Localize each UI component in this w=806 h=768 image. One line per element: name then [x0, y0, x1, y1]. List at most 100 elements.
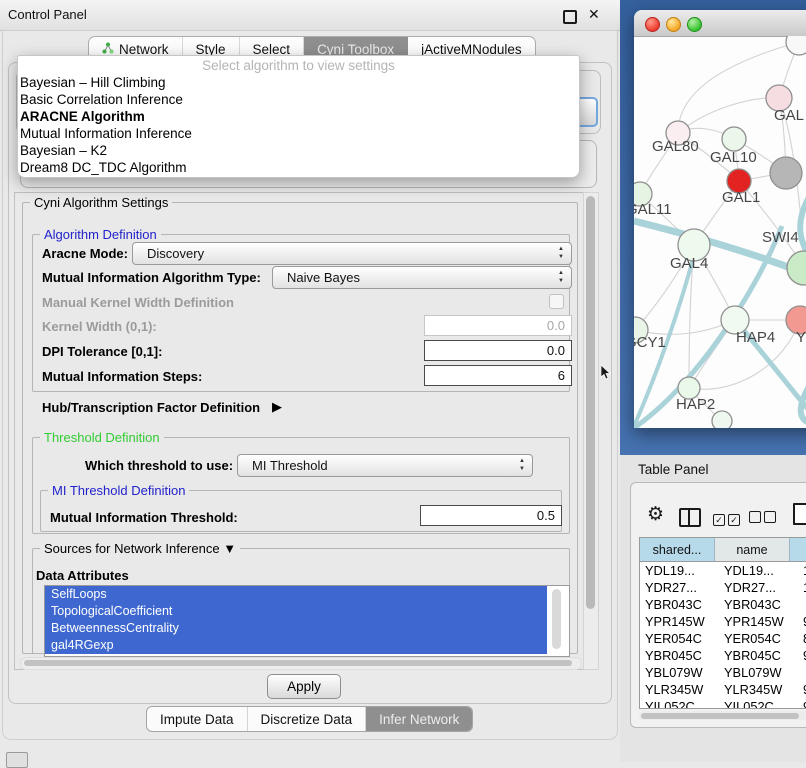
table-cell: YIL052C — [640, 698, 719, 709]
algorithm-definition-title: Algorithm Definition — [40, 227, 161, 242]
node-table[interactable]: shared...name YDL19...YDL19...13YDR27...… — [639, 537, 806, 709]
expand-arrow-icon[interactable]: ▶ — [272, 399, 282, 415]
zoom-traffic-light-icon[interactable] — [687, 17, 702, 32]
control-panel-title: Control Panel — [8, 7, 87, 22]
table-cell: YLR345W — [640, 681, 719, 698]
deselect-columns-icon[interactable] — [749, 510, 779, 528]
table-panel-title: Table Panel — [638, 462, 709, 477]
table-cell: YBR043C — [719, 596, 798, 613]
vertical-scrollbar[interactable] — [583, 192, 599, 670]
threshold-definition-title: Threshold Definition — [40, 430, 164, 445]
table-panel-box: ⚙ ✓✓ shared...name YDL19...YDL19...13YDR… — [630, 482, 806, 728]
attribute-item-selected[interactable]: gal4RGexp — [45, 637, 547, 654]
network-node[interactable] — [712, 411, 732, 428]
bottom-tabbar: Impute DataDiscretize DataInfer Network — [146, 706, 473, 732]
algorithm-dropdown-prompt: Select algorithm to view settings — [18, 56, 579, 75]
horizontal-scrollbar[interactable] — [20, 657, 582, 670]
algorithm-option[interactable]: Mutual Information Inference — [18, 126, 579, 143]
minimize-traffic-light-icon[interactable] — [666, 17, 681, 32]
table-scrollbar-thumb[interactable] — [641, 713, 799, 719]
bottom-tab-impute-data[interactable]: Impute Data — [147, 707, 248, 731]
hub-definition-label[interactable]: Hub/Transcription Factor Definition — [42, 400, 260, 415]
close-icon[interactable]: ✕ — [588, 6, 600, 23]
mi-type-label: Mutual Information Algorithm Type: — [42, 270, 261, 285]
algorithm-dropdown: Select algorithm to view settings Bayesi… — [17, 55, 580, 178]
table-cell: YBR043C — [640, 596, 719, 613]
table-row[interactable]: YBR043CYBR043C — [640, 596, 806, 613]
table-horizontal-scrollbar[interactable] — [639, 711, 806, 720]
network-node-label: SWI4 — [762, 229, 799, 246]
table-row[interactable]: YLR345WYLR345W9. — [640, 681, 806, 698]
mi-steps-field[interactable]: 6 — [424, 365, 572, 386]
select-columns-icon[interactable]: ✓✓ — [713, 510, 743, 528]
table-cell: YPR145W — [640, 613, 719, 630]
network-node-label: GCY1 — [634, 334, 666, 351]
algorithm-option[interactable]: Basic Correlation Inference — [18, 92, 579, 109]
attribute-item-selected[interactable]: BetweennessCentrality — [45, 620, 547, 637]
network-node-label: GAL4 — [670, 255, 708, 272]
apply-button[interactable]: Apply — [267, 674, 341, 699]
network-node-label: GAL — [774, 107, 804, 124]
network-node[interactable] — [770, 157, 802, 189]
spinner-icon: ▲▼ — [558, 245, 564, 261]
table-cell: YLR345W — [719, 681, 798, 698]
table-row[interactable]: YIL052CYIL052C9 — [640, 698, 806, 709]
table-cell: YBR045C — [640, 647, 719, 664]
vertical-scrollbar-thumb[interactable] — [586, 196, 595, 609]
table-row[interactable]: YDL19...YDL19...13 — [640, 562, 806, 579]
network-node[interactable] — [786, 36, 806, 55]
algorithm-option[interactable]: Dream8 DC_TDC Algorithm — [18, 160, 579, 177]
new-table-icon[interactable] — [793, 503, 806, 525]
collapse-arrow-icon[interactable]: ▼ — [223, 541, 236, 556]
kernel-width-field[interactable]: 0.0 — [424, 315, 572, 336]
minimized-panel-button[interactable] — [6, 752, 28, 768]
network-node-swi4[interactable] — [787, 251, 806, 285]
table-column-header[interactable]: name — [715, 538, 790, 562]
table-row[interactable]: YPR145WYPR145W9. — [640, 613, 806, 630]
bottom-tab-discretize-data[interactable]: Discretize Data — [248, 707, 367, 731]
attribute-item-selected[interactable]: TopologicalCoefficient — [45, 603, 547, 620]
attributes-scrollbar-thumb[interactable] — [552, 589, 561, 649]
network-view-window[interactable]: GALGAL80GAL10GAL1GAL11SWI4GAL4GCY1HAP4YH… — [634, 10, 806, 428]
which-threshold-label: Which threshold to use: — [85, 458, 233, 473]
spinner-icon: ▲▼ — [558, 269, 564, 285]
table-row[interactable]: YBL079WYBL079W — [640, 664, 806, 681]
manual-kernel-checkbox[interactable] — [549, 294, 564, 309]
network-window-titlebar[interactable] — [634, 10, 806, 37]
table-cell: YBL079W — [640, 664, 719, 681]
table-cell: 9. — [798, 681, 806, 698]
mi-threshold-group-title: MI Threshold Definition — [48, 483, 189, 498]
algorithm-option[interactable]: Bayesian – Hill Climbing — [18, 75, 579, 92]
horizontal-scrollbar-thumb[interactable] — [24, 660, 572, 666]
table-column-header[interactable]: shared... — [640, 538, 715, 562]
table-cell: YPR145W — [719, 613, 798, 630]
table-row[interactable]: YBR045CYBR045C9. — [640, 647, 806, 664]
float-window-icon[interactable] — [563, 10, 577, 24]
network-canvas[interactable]: GALGAL80GAL10GAL1GAL11SWI4GAL4GCY1HAP4YH… — [634, 36, 806, 428]
table-column-header[interactable] — [790, 538, 806, 562]
gear-icon[interactable]: ⚙ — [647, 505, 664, 524]
attribute-item-selected[interactable]: SelfLoops — [45, 586, 547, 603]
mi-threshold-field[interactable]: 0.5 — [420, 505, 562, 526]
bottom-tab-infer-network[interactable]: Infer Network — [366, 707, 472, 731]
sources-title[interactable]: Sources for Network Inference ▼ — [40, 541, 240, 556]
algorithm-option[interactable]: Bayesian – K2 — [18, 143, 579, 160]
mi-threshold-label: Mutual Information Threshold: — [50, 510, 238, 525]
algorithm-option[interactable]: ARACNE Algorithm — [18, 109, 579, 126]
network-node-gal10[interactable] — [722, 127, 746, 151]
table-cell: YDL19... — [640, 562, 719, 579]
split-view-icon[interactable] — [679, 508, 701, 527]
dpi-tolerance-field[interactable]: 0.0 — [424, 340, 572, 361]
which-threshold-combo[interactable]: MI Threshold ▲▼ — [237, 454, 533, 477]
table-row[interactable]: YDR27...YDR27...12 — [640, 579, 806, 596]
table-cell: YDR27... — [719, 579, 798, 596]
table-cell: YIL052C — [719, 698, 798, 709]
table-row[interactable]: YER054CYER054C8. — [640, 630, 806, 647]
mi-type-combo[interactable]: Naive Bayes ▲▼ — [272, 266, 572, 289]
network-node-label: HAP2 — [676, 396, 715, 413]
aracne-mode-combo[interactable]: Discovery ▲▼ — [132, 242, 572, 265]
table-cell: 8. — [798, 630, 806, 647]
close-traffic-light-icon[interactable] — [645, 17, 660, 32]
mouse-cursor-icon — [601, 365, 612, 381]
data-attributes-list[interactable]: SelfLoopsTopologicalCoefficientBetweenne… — [44, 585, 570, 657]
